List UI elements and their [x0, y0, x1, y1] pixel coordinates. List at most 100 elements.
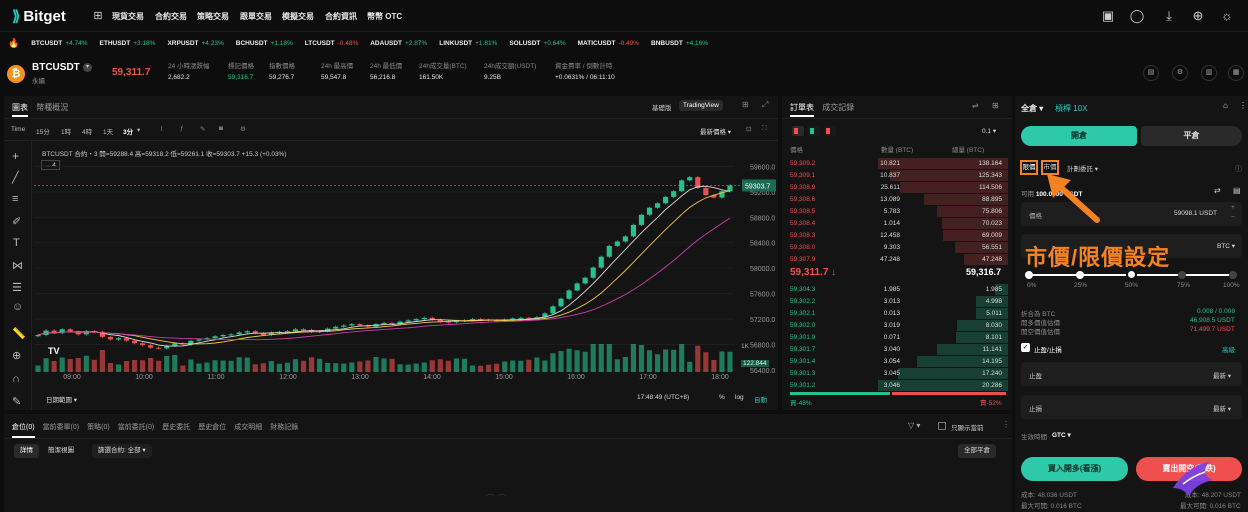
nav-copy[interactable]: 跟單交易 — [240, 11, 272, 22]
sl-input[interactable]: 止損 最新 ▾ — [1021, 395, 1242, 419]
ticker-item[interactable]: SOLUSDT +0.64% — [509, 40, 565, 47]
ob-precision-select[interactable]: 0.1 ▾ — [982, 127, 996, 135]
more-icon[interactable]: ⋮ — [1239, 101, 1247, 110]
indicator-icon[interactable]: ⌇ — [160, 125, 163, 133]
ask-row[interactable]: 59,308.6 13.089 88.895 — [786, 194, 1008, 206]
filter-contract-select[interactable]: 篩選合約: 全部 ▾ — [92, 444, 152, 458]
nav-futures[interactable]: 合約交易 — [155, 11, 187, 22]
ob-view-both-icon[interactable] — [792, 126, 804, 136]
ob-view-bids-icon[interactable] — [808, 126, 820, 136]
transfer-icon[interactable]: ⇄ — [1214, 186, 1221, 195]
download-icon[interactable]: ⤓ — [1161, 8, 1177, 24]
calculator-icon[interactable]: ⌂ — [1223, 101, 1228, 110]
layout-icon[interactable]: ▦ — [1228, 65, 1244, 81]
ask-row[interactable]: 59,308.0 9.303 56.551 — [786, 242, 1008, 254]
bid-row[interactable]: 59,304.3 1.985 1.985 — [786, 284, 1008, 296]
lock-draw-icon[interactable]: ✎ — [12, 395, 21, 408]
ask-row[interactable]: 59,308.4 1.014 70.023 — [786, 218, 1008, 230]
ticker-item[interactable]: BCHUSDT +1.18% — [236, 40, 293, 47]
calc-icon[interactable]: ▤ — [1143, 65, 1159, 81]
trendline-icon[interactable]: ╱ — [12, 171, 19, 184]
ask-row[interactable]: 59,309.1 10.837 125.343 — [786, 170, 1008, 182]
nav-strategy[interactable]: 策略交易 — [197, 11, 229, 22]
hlines-icon[interactable]: ≡ — [12, 193, 18, 205]
bitget-logo[interactable]: ⟫ Bitget — [12, 7, 66, 26]
bid-row[interactable]: 59,302.1 0.013 5.011 — [786, 308, 1008, 320]
bid-row[interactable]: 59,301.9 0.071 8.101 — [786, 332, 1008, 344]
apps-grid-icon[interactable]: ⊞ — [90, 8, 106, 24]
interval-15m[interactable]: 15分 — [36, 126, 50, 136]
ticker-item[interactable]: BTCUSDT +4.74% — [31, 40, 87, 47]
auto-toggle[interactable]: 自動 — [754, 394, 767, 404]
positions-tab[interactable]: 當前委單(0) — [43, 422, 80, 438]
close-tab[interactable]: 平倉 — [1141, 126, 1242, 146]
book-icon[interactable]: ▥ — [1201, 65, 1217, 81]
margin-mode-select[interactable]: 全倉 ▾ — [1021, 103, 1043, 114]
mode-tradingview[interactable]: TradingView — [679, 100, 723, 111]
ticker-item[interactable]: MATICUSDT -0.49% — [578, 40, 639, 47]
pair-name[interactable]: BTCUSDT — [32, 62, 80, 73]
log-toggle[interactable]: log — [735, 394, 744, 401]
interval-4h[interactable]: 4時 — [82, 126, 92, 136]
positions-tab[interactable]: 當前委託(0) — [118, 422, 155, 438]
magnet-icon[interactable]: ∩ — [12, 373, 20, 385]
tp-input[interactable]: 止盈 最新 ▾ — [1021, 362, 1242, 386]
ask-row[interactable]: 59,308.3 12.458 69.009 — [786, 230, 1008, 242]
date-range-select[interactable]: 日期範圍 ▾ — [46, 394, 77, 404]
ticker-item[interactable]: BNBUSDT +4.16% — [651, 40, 708, 47]
positions-tab[interactable]: 歷史倉位 — [198, 422, 226, 438]
chart-expand-icon[interactable]: ⊡ — [746, 125, 751, 133]
tab-chart[interactable]: 圖表 — [12, 103, 28, 117]
emoji-icon[interactable]: ☺ — [12, 301, 23, 313]
crosshair-icon[interactable]: + — [12, 149, 19, 163]
slider-dot-25[interactable] — [1076, 271, 1084, 279]
bottom-more-icon[interactable]: ⋮ — [1002, 420, 1010, 429]
tab-orderbook[interactable]: 訂單表 — [790, 103, 814, 117]
show-current-checkbox[interactable] — [938, 422, 946, 430]
positions-tab[interactable]: 成交明細 — [234, 422, 262, 438]
filter-detail[interactable]: 詳情 — [14, 444, 39, 458]
user-icon[interactable]: ◯ — [1129, 8, 1145, 24]
order-type-market[interactable]: 市價 — [1041, 160, 1059, 175]
ruler-icon[interactable]: 📏 — [12, 327, 26, 340]
tif-select[interactable]: GTC ▾ — [1052, 431, 1071, 439]
ticker-item[interactable]: ETHUSDT +3.18% — [100, 40, 156, 47]
zoom-icon[interactable]: ⊕ — [12, 349, 21, 362]
settings-icon[interactable]: ⚙ — [1172, 65, 1188, 81]
interval-dropdown-icon[interactable]: ▾ — [137, 126, 140, 134]
positions-tab[interactable]: 歷史委託 — [162, 422, 190, 438]
leverage-select[interactable]: 槓桿 10X — [1055, 103, 1087, 114]
record-icon[interactable]: ▤ — [1233, 186, 1241, 195]
open-tab[interactable]: 開倉 — [1021, 126, 1137, 146]
ob-grid-icon[interactable]: ⊞ — [992, 101, 999, 110]
bid-row[interactable]: 59,301.4 3.054 14.195 — [786, 356, 1008, 368]
globe-icon[interactable]: ⊕ — [1190, 8, 1206, 24]
nav-demo[interactable]: 模擬交易 — [282, 11, 314, 22]
interval-1d[interactable]: 1天 — [103, 126, 113, 136]
bid-row[interactable]: 59,301.3 3.045 17.240 — [786, 368, 1008, 380]
sl-trigger-select[interactable]: 最新 ▾ — [1213, 403, 1231, 413]
bid-row[interactable]: 59,302.2 3.013 4.998 — [786, 296, 1008, 308]
close-all-button[interactable]: 全部平倉 — [958, 444, 996, 458]
interval-time[interactable]: Time — [11, 126, 25, 133]
pencil-icon[interactable]: ✎ — [200, 125, 205, 133]
slider-dot-100[interactable] — [1229, 271, 1237, 279]
ask-row[interactable]: 59,308.9 25.611 114.506 — [786, 182, 1008, 194]
tab-overview[interactable]: 幣種概況 — [36, 103, 68, 112]
camera-icon[interactable]: ◙ — [219, 125, 223, 132]
price-plus-icon[interactable]: + — [1231, 204, 1235, 211]
settings-gear-icon[interactable]: ⚙ — [240, 125, 246, 133]
positions-tab[interactable]: 策略(0) — [87, 422, 110, 438]
price-minus-icon[interactable]: − — [1231, 214, 1235, 221]
ob-view-asks-icon[interactable] — [824, 126, 836, 136]
ask-row[interactable]: 59,307.9 47.248 47.248 — [786, 254, 1008, 266]
percent-toggle[interactable]: % — [719, 394, 725, 401]
ticker-item[interactable]: XRPUSDT +4.23% — [167, 40, 223, 47]
slider-dot-0[interactable] — [1025, 271, 1033, 279]
positions-tab[interactable]: 財務記錄 — [270, 422, 298, 438]
order-type-plan[interactable]: 計劃委託 ▾ — [1067, 163, 1098, 173]
chart-fullscreen-icon[interactable]: ⛶ — [762, 125, 767, 133]
buy-long-button[interactable]: 買入開多(看漲) — [1021, 457, 1128, 481]
nav-otc[interactable]: 幣幣 OTC — [367, 11, 402, 22]
layout-grid-icon[interactable]: ⊞ — [742, 100, 749, 109]
